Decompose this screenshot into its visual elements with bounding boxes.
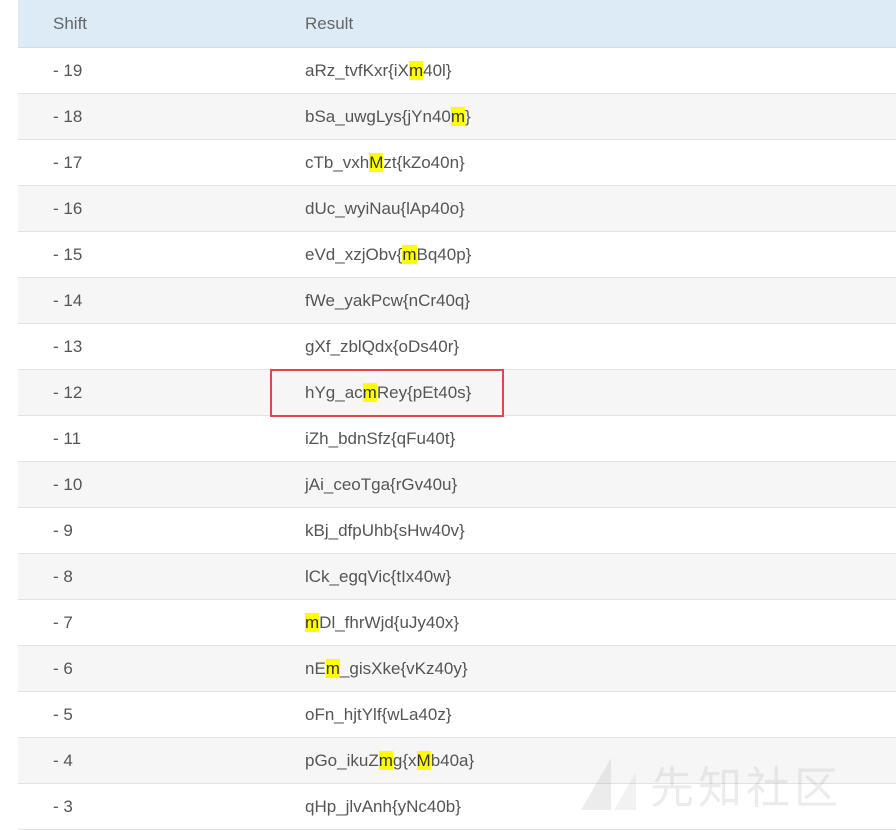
shift-cell: - 13 [53, 336, 83, 356]
result-text: qHp_jlvAnh{yNc40b} [305, 796, 461, 816]
result-cell: kBj_dfpUhb{sHw40v} [305, 521, 896, 541]
result-text: gXf_zblQdx{oDs40r} [305, 336, 460, 356]
result-text: Bq40p} [416, 244, 472, 264]
shift-cell: - 11 [53, 428, 82, 448]
result-cell: mDl_fhrWjd{uJy40x} [305, 612, 896, 633]
result-text: jAi_ceoTga{rGv40u} [305, 474, 458, 494]
table-row: - 19 aRz_tvfKxr{iXm40l} [18, 48, 896, 94]
header-shift: Shift [53, 13, 88, 33]
table-row: - 10 jAi_ceoTga{rGv40u} [18, 462, 896, 508]
table-row: - 3 qHp_jlvAnh{yNc40b} [18, 784, 896, 830]
table-row: - 8 lCk_egqVic{tIx40w} [18, 554, 896, 600]
result-cell: eVd_xzjObv{mBq40p} [305, 244, 896, 265]
highlighted-letter: m [402, 244, 417, 264]
table-row: - 18 bSa_uwgLys{jYn40m} [18, 94, 896, 140]
result-text: _gisXke{vKz40y} [339, 658, 468, 678]
highlighted-letter: m [362, 382, 377, 402]
result-text: hYg_ac [305, 382, 363, 402]
shift-cell: - 18 [53, 106, 83, 126]
table-row: - 4 pGo_ikuZmg{xMb40a} [18, 738, 896, 784]
shift-result-table: Shift Result - 19 aRz_tvfKxr{iXm40l} - 18 b… [18, 0, 896, 830]
table-row: - 5 oFn_hjtYlf{wLa40z} [18, 692, 896, 738]
result-text: pGo_ikuZ [305, 750, 379, 770]
highlighted-letter: m [408, 60, 424, 80]
table-header: Shift Result [18, 0, 896, 48]
shift-cell: - 6 [53, 658, 73, 678]
result-text: b40a} [430, 750, 475, 770]
result-text: } [465, 106, 471, 126]
table-row: - 15 eVd_xzjObv{mBq40p} [18, 232, 896, 278]
result-cell: oFn_hjtYlf{wLa40z} [305, 705, 896, 725]
shift-cell: - 9 [53, 520, 73, 540]
table-row: - 14 fWe_yakPcw{nCr40q} [18, 278, 896, 324]
shift-cell: - 16 [53, 198, 83, 218]
result-cell: hYg_acmRey{pEt40s} [305, 382, 896, 403]
shift-cell: - 12 [53, 382, 83, 402]
table-body: - 19 aRz_tvfKxr{iXm40l} - 18 bSa_uwgLys{jYn… [18, 48, 896, 830]
result-text: nE [305, 658, 326, 678]
result-cell: gXf_zblQdx{oDs40r} [305, 337, 896, 357]
result-cell: nEm_gisXke{vKz40y} [305, 658, 896, 679]
shift-cell: - 8 [53, 566, 73, 586]
result-cell: bSa_uwgLys{jYn40m} [305, 106, 896, 127]
result-text: cTb_vxh [305, 152, 370, 172]
table-row: - 11 iZh_bdnSfz{qFu40t} [18, 416, 896, 462]
result-text: zt{kZo40n} [383, 152, 465, 172]
shift-cell: - 15 [53, 244, 83, 264]
result-text: dUc_wyiNau{lAp40o} [305, 198, 465, 218]
result-text: kBj_dfpUhb{sHw40v} [305, 520, 465, 540]
result-text: g{x [392, 750, 417, 770]
table-row: - 12 hYg_acmRey{pEt40s} [18, 370, 896, 416]
table-row: - 9 kBj_dfpUhb{sHw40v} [18, 508, 896, 554]
highlighted-letter: M [369, 152, 384, 172]
highlighted-letter: m [378, 750, 393, 770]
shift-cell: - 5 [53, 704, 73, 724]
shift-cell: - 17 [53, 152, 83, 172]
highlighted-letter: m [450, 106, 466, 126]
shift-cell: - 3 [53, 796, 73, 816]
result-text: oFn_hjtYlf{wLa40z} [305, 704, 452, 724]
result-text: fWe_yakPcw{nCr40q} [305, 290, 471, 310]
result-cell: pGo_ikuZmg{xMb40a} [305, 750, 896, 771]
shift-cell: - 4 [53, 750, 73, 770]
result-cell: qHp_jlvAnh{yNc40b} [305, 797, 896, 817]
result-text: eVd_xzjObv{ [305, 244, 403, 264]
header-result: Result [305, 13, 354, 33]
result-text: 40l} [423, 60, 452, 80]
highlighted-letter: M [416, 750, 431, 770]
shift-cell: - 19 [53, 60, 83, 80]
shift-cell: - 14 [53, 290, 83, 310]
result-text: lCk_egqVic{tIx40w} [305, 566, 452, 586]
result-cell: aRz_tvfKxr{iXm40l} [305, 60, 896, 81]
table-row: - 7 mDl_fhrWjd{uJy40x} [18, 600, 896, 646]
result-text: bSa_uwgLys{jYn40 [305, 106, 451, 126]
highlighted-letter: m [305, 612, 320, 632]
shift-cell: - 10 [53, 474, 83, 494]
result-cell: lCk_egqVic{tIx40w} [305, 567, 896, 587]
result-text: Rey{pEt40s} [376, 382, 472, 402]
table-row: - 6 nEm_gisXke{vKz40y} [18, 646, 896, 692]
table-row: - 16 dUc_wyiNau{lAp40o} [18, 186, 896, 232]
highlighted-letter: m [325, 658, 340, 678]
result-text: iZh_bdnSfz{qFu40t} [305, 428, 456, 448]
result-text: Dl_fhrWjd{uJy40x} [319, 612, 460, 632]
result-cell: cTb_vxhMzt{kZo40n} [305, 152, 896, 173]
result-text: aRz_tvfKxr{iX [305, 60, 409, 80]
result-cell: dUc_wyiNau{lAp40o} [305, 199, 896, 219]
table-row: - 13 gXf_zblQdx{oDs40r} [18, 324, 896, 370]
table-row: - 17 cTb_vxhMzt{kZo40n} [18, 140, 896, 186]
shift-cell: - 7 [53, 612, 73, 632]
result-cell: iZh_bdnSfz{qFu40t} [305, 429, 896, 449]
result-cell: jAi_ceoTga{rGv40u} [305, 475, 896, 495]
result-cell: fWe_yakPcw{nCr40q} [305, 291, 896, 311]
